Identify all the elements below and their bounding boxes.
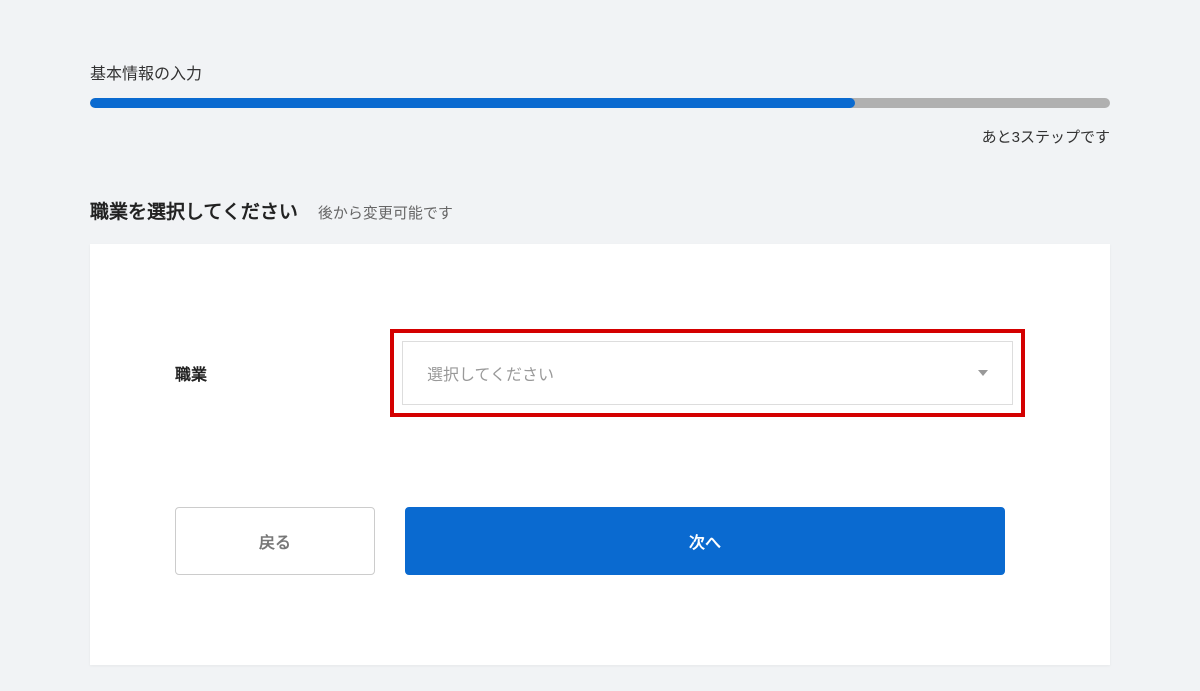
occupation-highlight: 選択してください (390, 329, 1025, 417)
button-row: 戻る 次へ (175, 507, 1025, 575)
form-card: 職業 選択してください 戻る 次へ (90, 244, 1110, 665)
progress-text: あと3ステップです (90, 126, 1110, 147)
section-header: 職業を選択してください 後から変更可能です (90, 197, 1110, 224)
next-button[interactable]: 次へ (405, 507, 1005, 575)
back-button[interactable]: 戻る (175, 507, 375, 575)
progress-fill (90, 98, 855, 108)
page-title: 基本情報の入力 (90, 60, 1110, 84)
occupation-row: 職業 選択してください (175, 329, 1025, 417)
occupation-placeholder: 選択してください (427, 361, 554, 385)
occupation-label: 職業 (175, 361, 390, 385)
occupation-select[interactable]: 選択してください (402, 341, 1013, 405)
chevron-down-icon (978, 370, 988, 376)
occupation-select-wrapper: 選択してください (402, 341, 1013, 405)
section-title: 職業を選択してください (90, 197, 298, 224)
section-subtitle: 後から変更可能です (318, 202, 453, 223)
progress-bar (90, 98, 1110, 108)
